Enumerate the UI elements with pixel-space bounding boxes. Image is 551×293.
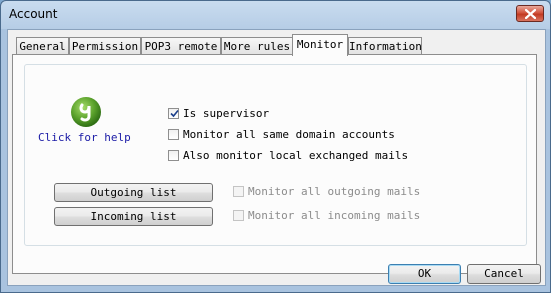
tab-permission[interactable]: Permission <box>69 37 141 54</box>
checkmark-icon <box>170 109 179 118</box>
title-bar[interactable]: Account <box>1 1 550 29</box>
outgoing-list-button[interactable]: Outgoing list <box>54 183 213 202</box>
checkbox-box[interactable] <box>233 186 244 197</box>
checkbox-box[interactable] <box>233 210 244 221</box>
tab-information[interactable]: Information <box>348 37 422 54</box>
help-link[interactable]: Click for help <box>38 131 131 144</box>
checkbox-box[interactable] <box>168 108 179 119</box>
cancel-button[interactable]: Cancel <box>467 264 541 284</box>
ok-button[interactable]: OK <box>388 264 461 284</box>
window-title: Account <box>9 7 58 21</box>
monitor-local-exchanged-label: Also monitor local exchanged mails <box>183 149 409 162</box>
is-supervisor-label: Is supervisor <box>183 107 270 120</box>
close-button[interactable] <box>516 5 544 22</box>
monitor-panel: Click for help Is supervisor Monitor all… <box>12 54 537 274</box>
checkbox-box[interactable] <box>168 150 179 161</box>
close-icon <box>525 9 536 19</box>
dialog-client-area: General Permission POP3 remote More rule… <box>7 29 546 286</box>
help-logo-icon[interactable] <box>70 96 102 128</box>
incoming-list-button[interactable]: Incoming list <box>54 207 213 226</box>
account-dialog: Account General Permission POP3 remote M… <box>0 0 551 293</box>
tab-general[interactable]: General <box>16 37 69 54</box>
tab-monitor[interactable]: Monitor <box>292 34 348 56</box>
checkbox-box[interactable] <box>168 129 179 140</box>
monitor-same-domain-label: Monitor all same domain accounts <box>183 128 395 141</box>
tab-more-rules[interactable]: More rules <box>221 37 293 54</box>
monitor-outgoing-label: Monitor all outgoing mails <box>248 185 421 198</box>
monitor-incoming-label: Monitor all incoming mails <box>248 209 421 222</box>
tab-pop3-remote[interactable]: POP3 remote <box>141 37 221 54</box>
